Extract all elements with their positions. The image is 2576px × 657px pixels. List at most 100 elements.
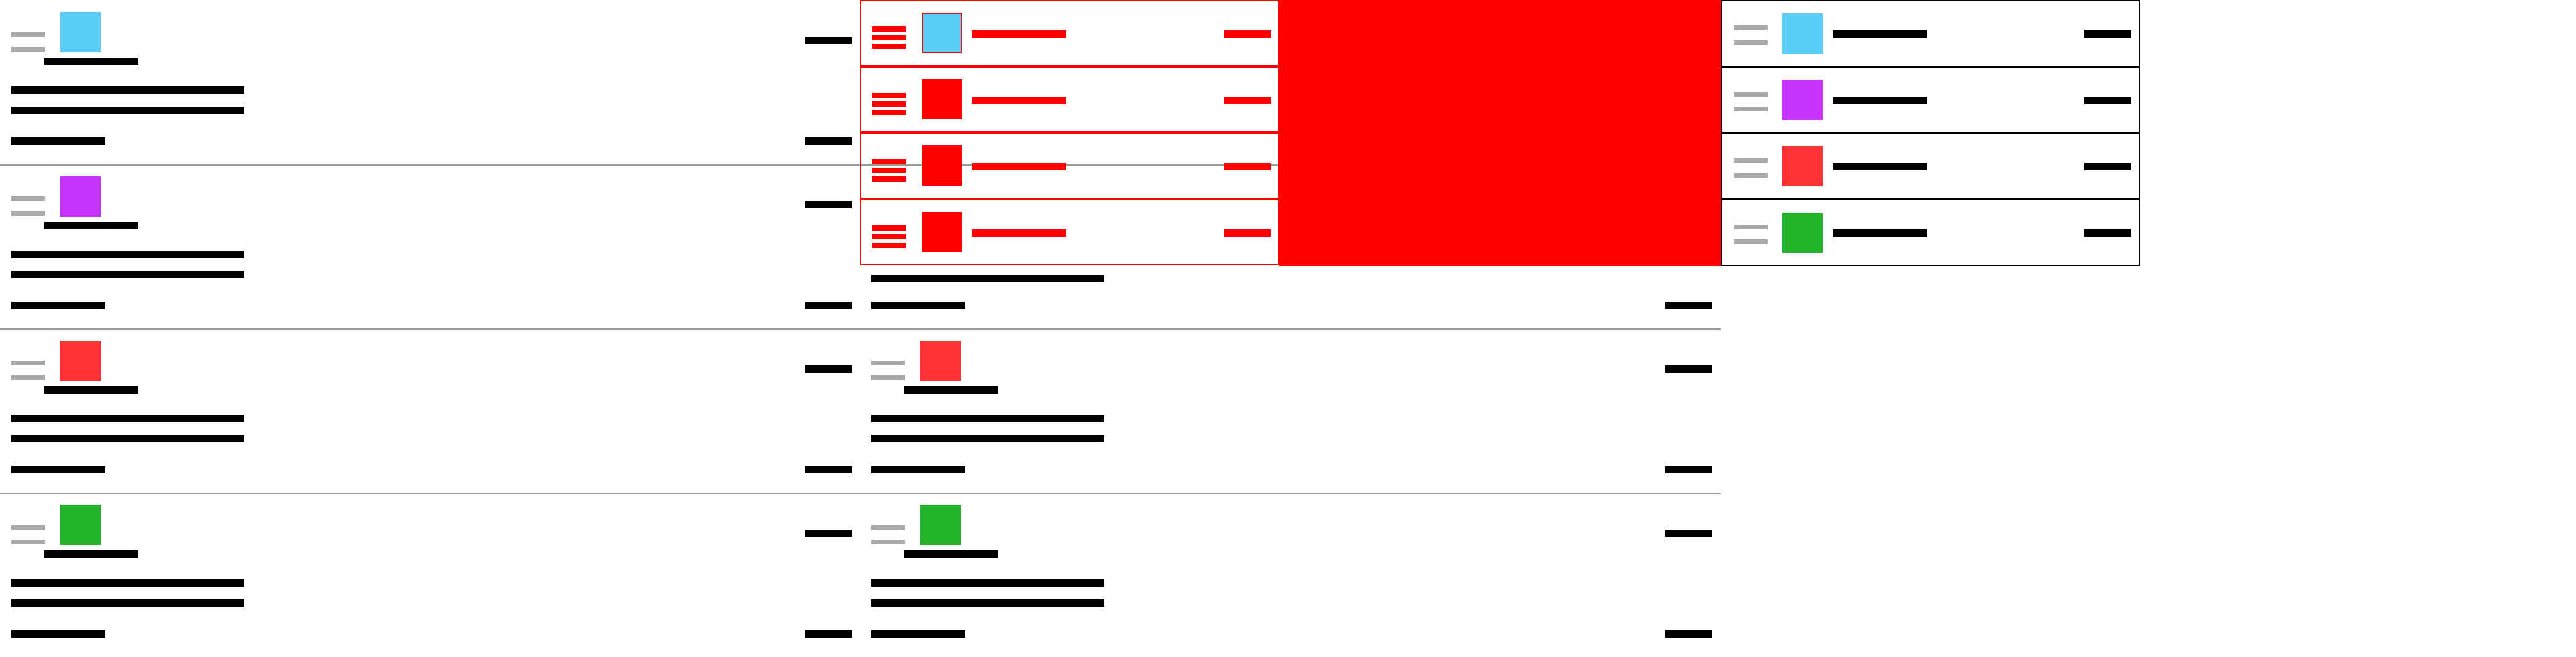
item-footer [871, 630, 965, 638]
item-thumbnail [922, 145, 962, 186]
item-meta [1224, 30, 1271, 38]
drop-list-item[interactable] [1721, 133, 2140, 200]
item-title [972, 30, 1066, 38]
item-thumbnail [60, 176, 101, 217]
item-footer [871, 466, 965, 473]
item-thumbnail [920, 341, 961, 381]
item-title [972, 97, 1066, 104]
item-description-line [871, 435, 1104, 442]
drag-handle-icon[interactable] [871, 361, 905, 365]
item-description-line [11, 107, 244, 114]
item-meta [1224, 229, 1271, 237]
item-title [972, 163, 1066, 170]
item-description-line [11, 435, 244, 442]
item-meta [2084, 229, 2131, 237]
item-footer [871, 302, 965, 309]
drag-handle-icon[interactable] [1734, 225, 1768, 229]
item-thumbnail [922, 13, 962, 53]
drag-handle-icon[interactable] [871, 375, 905, 380]
drag-handle-icon [872, 110, 906, 115]
drag-handle-icon[interactable] [1734, 239, 1768, 244]
item-thumbnail [60, 12, 101, 52]
item-description-line [11, 251, 244, 258]
item-title [44, 386, 138, 394]
item-title [44, 550, 138, 558]
drag-handle-icon[interactable] [11, 540, 45, 544]
list-item[interactable] [860, 328, 1725, 493]
item-title [904, 550, 998, 558]
item-meta-bottom [805, 302, 852, 309]
item-thumbnail [1782, 80, 1823, 120]
drag-handle-icon[interactable] [11, 375, 45, 380]
item-footer [11, 137, 105, 145]
item-title [1833, 229, 1927, 237]
item-footer [11, 630, 105, 638]
drag-handle-icon [872, 159, 906, 164]
item-title [44, 58, 138, 65]
item-description-line [11, 415, 244, 422]
drag-handle-icon [872, 44, 906, 49]
list-item[interactable] [860, 493, 1725, 657]
item-description-line [11, 271, 244, 278]
item-thumbnail [60, 341, 101, 381]
drag-handle-icon [872, 225, 906, 231]
drop-list-item[interactable] [1721, 199, 2140, 266]
item-meta [1224, 97, 1271, 104]
drag-handle-icon[interactable] [11, 196, 45, 201]
drag-handle-icon [872, 243, 906, 248]
item-meta-bottom [805, 466, 852, 473]
drag-handle-icon [872, 176, 906, 182]
item-thumbnail [922, 212, 962, 252]
drag-handle-icon[interactable] [871, 540, 905, 544]
item-description-line [871, 415, 1104, 422]
drag-handle-icon[interactable] [11, 211, 45, 216]
item-description-line [871, 599, 1104, 607]
drag-handle-icon[interactable] [1734, 92, 1768, 97]
item-meta-top [1665, 365, 1712, 373]
list-item[interactable] [0, 0, 865, 164]
item-title [1833, 30, 1927, 38]
list-item[interactable] [0, 164, 865, 328]
item-meta-top [805, 365, 852, 373]
item-title [1833, 97, 1927, 104]
item-footer [11, 466, 105, 473]
item-meta-bottom [1665, 466, 1712, 473]
drop-target-list [1721, 0, 2140, 266]
item-description-line [11, 599, 244, 607]
item-thumbnail [60, 505, 101, 545]
drag-handle-icon[interactable] [1734, 40, 1768, 45]
drag-handle-icon [872, 101, 906, 107]
item-description-line [871, 579, 1104, 587]
drag-handle-icon [872, 93, 906, 98]
item-meta-bottom [1665, 630, 1712, 638]
drag-handle-icon[interactable] [11, 32, 45, 37]
item-meta [2084, 97, 2131, 104]
item-footer [11, 302, 105, 309]
drop-list-item[interactable] [1721, 0, 2140, 67]
item-title [972, 229, 1066, 237]
item-thumbnail [1782, 213, 1823, 253]
item-thumbnail [920, 505, 961, 545]
drag-handle-icon[interactable] [871, 525, 905, 530]
drag-ghost-row [860, 66, 1279, 133]
drag-handle-icon[interactable] [1734, 173, 1768, 178]
item-title [904, 386, 998, 394]
drag-ghost-row [860, 133, 1279, 199]
drag-handle-icon[interactable] [1734, 107, 1768, 111]
item-title [1833, 163, 1927, 170]
item-title [44, 222, 138, 229]
item-meta-top [805, 530, 852, 537]
drag-handle-icon[interactable] [11, 525, 45, 530]
drag-handle-icon[interactable] [1734, 25, 1768, 30]
drag-handle-icon[interactable] [11, 47, 45, 52]
drop-list-item[interactable] [1721, 66, 2140, 133]
drag-handle-icon[interactable] [1734, 158, 1768, 163]
item-description-line [11, 86, 244, 94]
drag-ghost[interactable] [860, 0, 1721, 266]
item-meta [2084, 163, 2131, 170]
drag-handle-icon[interactable] [11, 361, 45, 365]
list-item[interactable] [0, 328, 865, 493]
drag-handle-icon [872, 35, 906, 40]
item-meta-top [805, 37, 852, 44]
list-item[interactable] [0, 493, 865, 657]
